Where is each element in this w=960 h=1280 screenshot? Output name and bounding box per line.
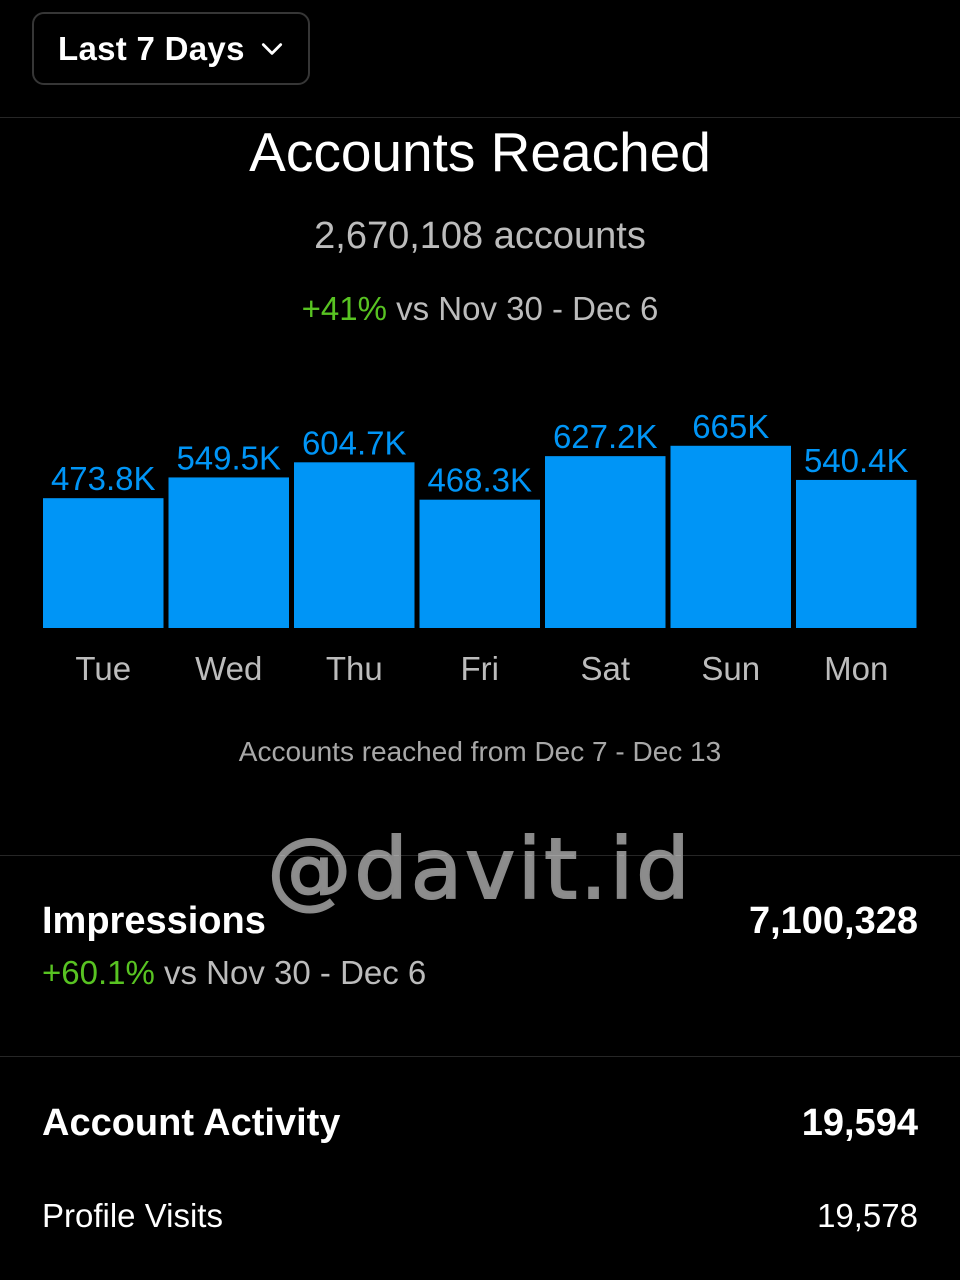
bar-value-label: 627.2K (553, 418, 658, 455)
x-tick-label: Fri (461, 650, 499, 687)
accounts-reached-period: vs Nov 30 - Dec 6 (396, 290, 659, 327)
bar-value-label: 468.3K (427, 462, 532, 499)
bar-fri (419, 499, 540, 628)
x-tick-label: Sun (701, 650, 760, 687)
date-range-label: Last 7 Days (58, 29, 245, 67)
bar-mon (796, 479, 917, 628)
account-activity-value: 19,594 (801, 1102, 918, 1144)
bar-value-label: 665K (692, 408, 769, 445)
bar-value-label: 549.5K (176, 439, 281, 476)
impressions-comparison: +60.1% vs Nov 30 - Dec 6 (42, 954, 426, 992)
divider (0, 117, 960, 118)
impressions-value: 7,100,328 (748, 900, 918, 942)
x-tick-label: Thu (326, 650, 383, 687)
divider (0, 1056, 960, 1057)
accounts-reached-title: Accounts Reached (249, 121, 711, 183)
bar-sat (545, 456, 666, 628)
accounts-reached-bar-chart: 473.8K Tue 549.5K Wed 604.7K Thu 468.3K Fri 627.… (43, 408, 917, 687)
bar-value-label: 540.4K (804, 442, 909, 479)
impressions-period: vs Nov 30 - Dec 6 (164, 954, 427, 991)
x-tick-label: Tue (75, 650, 131, 687)
impressions-title: Impressions (42, 900, 266, 942)
bar-wed (168, 477, 289, 628)
accounts-reached-total: 2,670,108 accounts (314, 215, 646, 257)
x-tick-label: Wed (195, 650, 262, 687)
profile-visits-value: 19,578 (817, 1197, 918, 1234)
bar-value-label: 604.7K (302, 424, 407, 461)
date-range-dropdown[interactable]: Last 7 Days (32, 12, 310, 85)
x-tick-label: Mon (824, 650, 888, 687)
accounts-reached-change: +41% (301, 290, 387, 327)
bar-thu (294, 462, 415, 628)
bar-tue (43, 498, 164, 628)
chevron-down-icon (261, 42, 282, 55)
chart-footnote: Accounts reached from Dec 7 - Dec 13 (238, 736, 722, 767)
x-tick-label: Sat (580, 650, 630, 687)
account-activity-title: Account Activity (42, 1102, 341, 1144)
bar-sun (670, 445, 791, 628)
accounts-reached-comparison: +41% vs Nov 30 - Dec 6 (0, 290, 960, 328)
impressions-change: +60.1% (42, 954, 155, 991)
profile-visits-title: Profile Visits (42, 1197, 223, 1234)
bar-value-label: 473.8K (51, 460, 156, 497)
